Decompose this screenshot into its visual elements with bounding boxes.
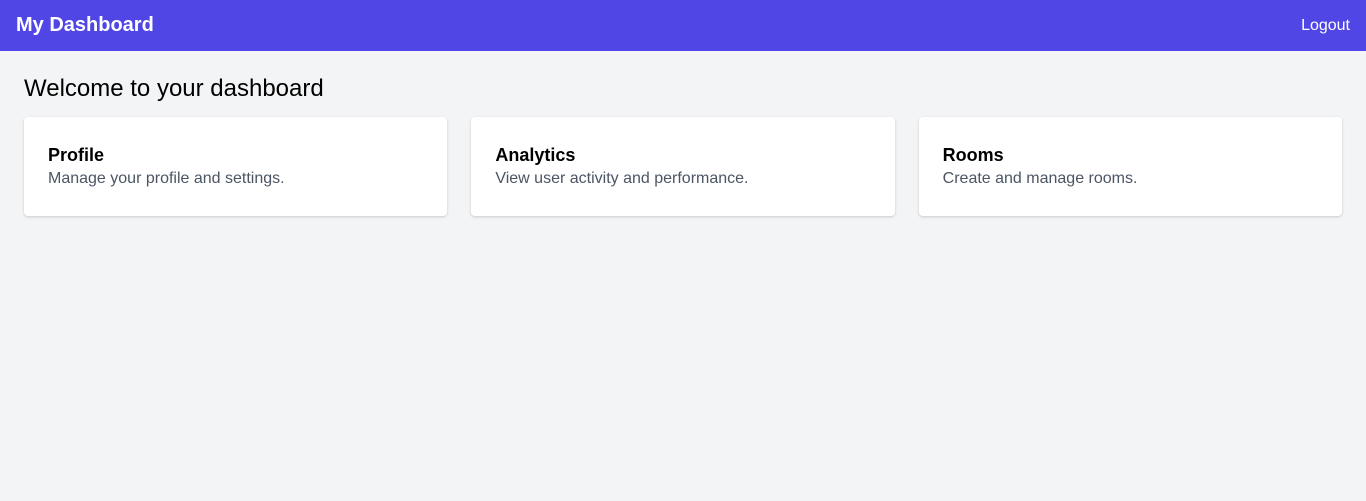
app-title[interactable]: My Dashboard: [16, 14, 154, 37]
card-title: Analytics: [495, 145, 576, 165]
logout-button[interactable]: Logout: [1301, 17, 1350, 35]
main-content: Welcome to your dashboard Profile Manage…: [0, 51, 1366, 216]
card-grid: Profile Manage your profile and settings…: [24, 117, 1342, 216]
card-title: Rooms: [942, 145, 1004, 165]
card-description: Create and manage rooms.: [942, 170, 1138, 187]
card-description: View user activity and performance.: [495, 170, 749, 187]
card-analytics[interactable]: Analytics View user activity and perform…: [471, 117, 895, 216]
card-description: Manage your profile and settings.: [48, 170, 285, 187]
card-rooms[interactable]: Rooms Create and manage rooms.: [918, 117, 1342, 216]
card-title: Profile: [48, 145, 105, 165]
top-navbar: My Dashboard Logout: [0, 0, 1366, 51]
card-profile[interactable]: Profile Manage your profile and settings…: [24, 117, 448, 216]
page-title: Welcome to your dashboard: [24, 75, 324, 102]
